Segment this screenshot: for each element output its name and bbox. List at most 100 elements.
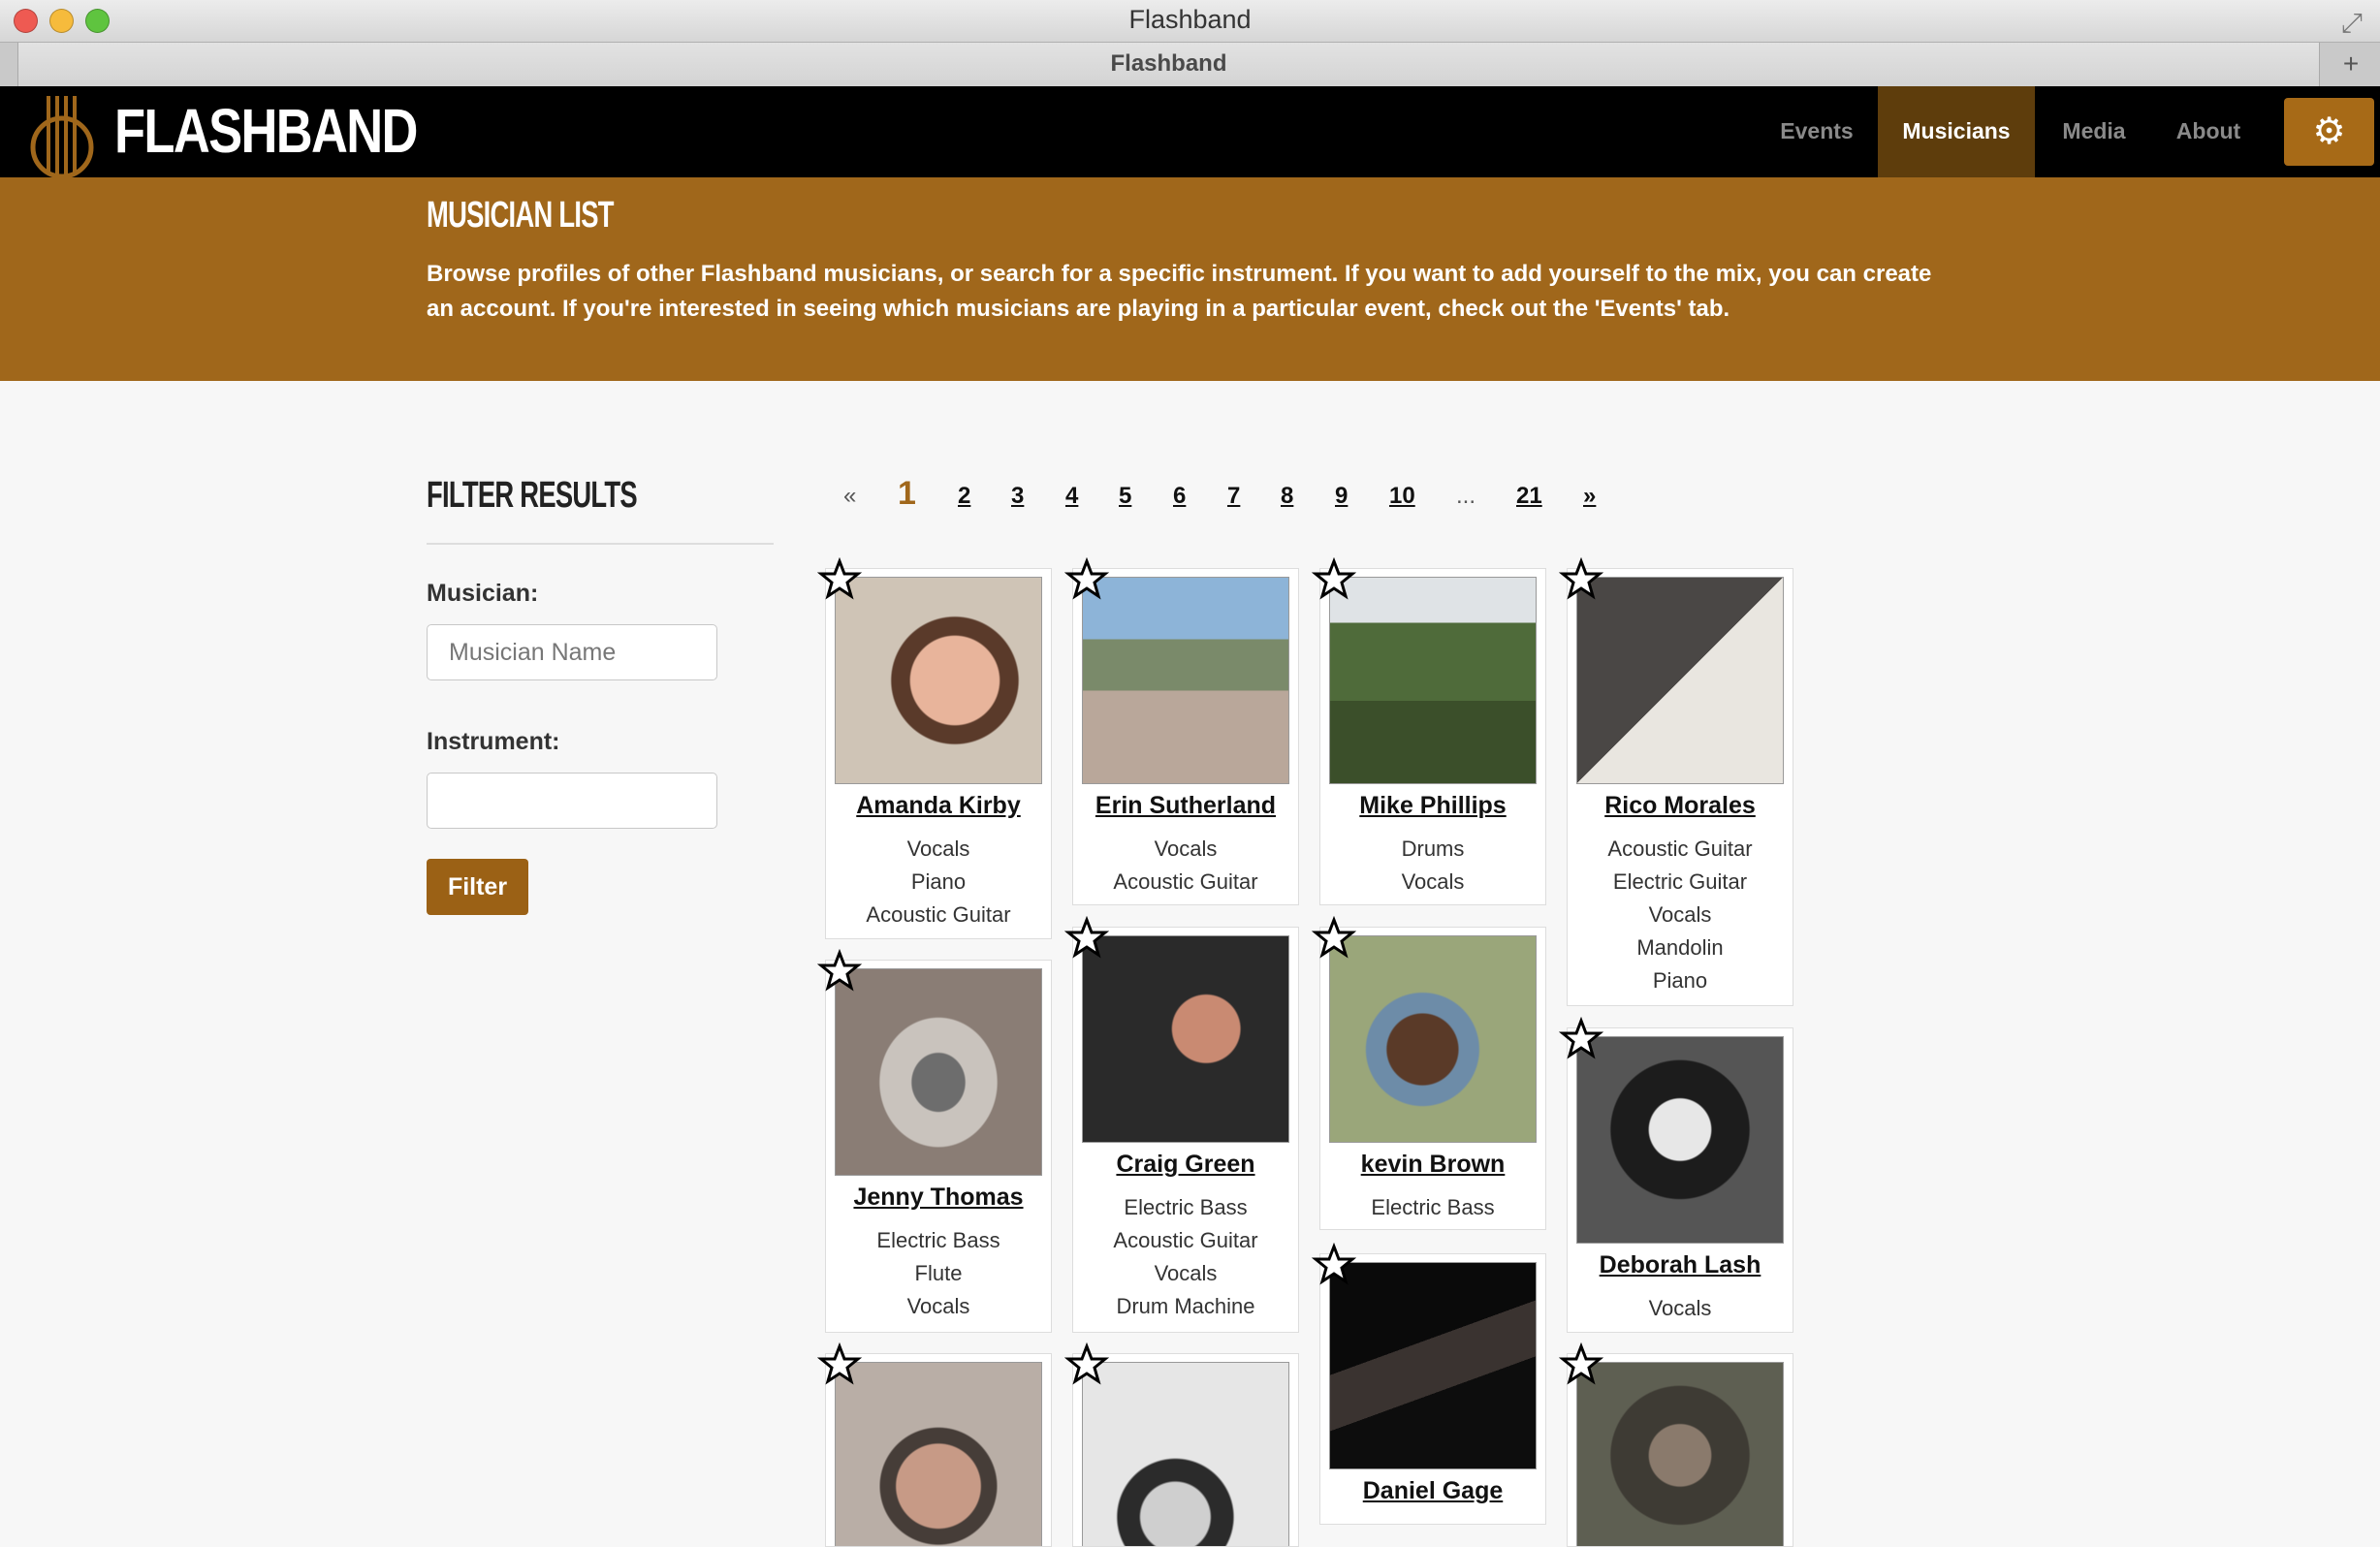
page-6[interactable]: 6 xyxy=(1173,483,1186,510)
page-7[interactable]: 7 xyxy=(1227,483,1240,510)
page-next[interactable]: » xyxy=(1583,483,1596,510)
favorite-star-icon[interactable] xyxy=(1559,557,1603,602)
musician-photo[interactable] xyxy=(1576,1362,1784,1546)
tab-bar: Flashband + xyxy=(0,42,2380,88)
window-controls xyxy=(14,9,110,33)
musician-photo[interactable] xyxy=(1082,935,1289,1143)
musician-photo[interactable] xyxy=(1329,577,1537,784)
page-prev[interactable]: « xyxy=(843,483,856,510)
new-tab-button[interactable]: + xyxy=(2322,43,2380,87)
page-21[interactable]: 21 xyxy=(1516,483,1542,510)
window-titlebar: Flashband ⤢ xyxy=(0,0,2380,42)
musician-card[interactable]: Daniel Gage xyxy=(1319,1253,1546,1525)
instrument-item: Electric Bass xyxy=(876,1228,1000,1252)
page-intro: Browse profiles of other Flashband music… xyxy=(427,261,1932,322)
favorite-star-icon[interactable] xyxy=(1312,916,1356,961)
instrument-input[interactable] xyxy=(427,773,717,829)
musician-photo[interactable] xyxy=(1576,577,1784,784)
minimize-window-button[interactable] xyxy=(49,9,74,33)
musician-photo[interactable] xyxy=(835,968,1042,1176)
window-title: Flashband xyxy=(1128,5,1252,34)
page-2[interactable]: 2 xyxy=(958,483,970,510)
musician-name-link[interactable]: Jenny Thomas xyxy=(826,1184,1051,1212)
musician-card[interactable]: Jenny Thomas Electric Bass Flute Vocals xyxy=(825,960,1052,1333)
musician-card[interactable]: Mike Phillips Drums Vocals xyxy=(1319,568,1546,905)
musician-card[interactable]: Rico Morales Acoustic Guitar Electric Gu… xyxy=(1567,568,1793,1006)
musician-card[interactable]: Erin Sutherland Vocals Acoustic Guitar xyxy=(1072,568,1299,905)
brand-name[interactable]: FLASHBAND xyxy=(114,94,418,169)
page-8[interactable]: 8 xyxy=(1281,483,1293,510)
divider xyxy=(427,543,774,545)
site-navbar: FLASHBAND Events Musicians Media About ⚙ xyxy=(0,86,2380,186)
page-9[interactable]: 9 xyxy=(1335,483,1348,510)
favorite-star-icon[interactable] xyxy=(1312,1243,1356,1287)
favorite-star-icon[interactable] xyxy=(1312,557,1356,602)
favorite-star-icon[interactable] xyxy=(1064,916,1109,961)
instrument-item: Mandolin xyxy=(1636,935,1724,960)
favorite-star-icon[interactable] xyxy=(1064,1342,1109,1387)
musician-name-link[interactable]: kevin Brown xyxy=(1320,1151,1545,1179)
favorite-star-icon[interactable] xyxy=(1559,1017,1603,1061)
instrument-item: Flute xyxy=(914,1261,963,1285)
musician-card[interactable]: Craig Green Electric Bass Acoustic Guita… xyxy=(1072,927,1299,1333)
musician-photo[interactable] xyxy=(1576,1036,1784,1244)
musician-name-link[interactable]: Daniel Gage xyxy=(1320,1477,1545,1505)
instrument-item: Electric Guitar xyxy=(1612,869,1748,894)
instrument-item: Acoustic Guitar xyxy=(1607,837,1753,861)
nav-musicians[interactable]: Musicians xyxy=(1878,86,2035,177)
instrument-item: Electric Bass xyxy=(1371,1195,1495,1219)
page-5[interactable]: 5 xyxy=(1119,483,1131,510)
instrument-item: Vocals xyxy=(1154,1261,1218,1285)
zoom-window-button[interactable] xyxy=(85,9,110,33)
instrument-label: Instrument: xyxy=(427,728,560,755)
settings-gear-icon[interactable]: ⚙ xyxy=(2284,98,2374,166)
favorite-star-icon[interactable] xyxy=(1559,1342,1603,1387)
musician-name-link[interactable]: Amanda Kirby xyxy=(826,792,1051,820)
instrument-item: Piano xyxy=(910,869,967,894)
instrument-item: Acoustic Guitar xyxy=(1113,869,1258,894)
musician-photo[interactable] xyxy=(835,1362,1042,1546)
musician-photo[interactable] xyxy=(1329,935,1537,1143)
instrument-item: Acoustic Guitar xyxy=(866,902,1011,927)
guitar-logo-icon[interactable] xyxy=(25,94,105,187)
page-10[interactable]: 10 xyxy=(1389,483,1415,510)
musician-name-link[interactable]: Rico Morales xyxy=(1568,792,1793,820)
musician-card[interactable]: Amanda Kirby Vocals Piano Acoustic Guita… xyxy=(825,568,1052,939)
musician-photo[interactable] xyxy=(1329,1262,1537,1469)
page-3[interactable]: 3 xyxy=(1011,483,1024,510)
favorite-star-icon[interactable] xyxy=(817,1342,862,1387)
page-ellipsis: ... xyxy=(1456,483,1476,509)
instrument-item: Vocals xyxy=(1648,902,1712,927)
nav-about[interactable]: About xyxy=(2164,86,2253,177)
instrument-item: Piano xyxy=(1652,968,1708,993)
instrument-item: Acoustic Guitar xyxy=(1113,1228,1258,1252)
page-banner: MUSICIAN LIST Browse profiles of other F… xyxy=(0,177,2380,381)
favorite-star-icon[interactable] xyxy=(1064,557,1109,602)
musician-name-input[interactable] xyxy=(427,624,717,680)
favorite-star-icon[interactable] xyxy=(817,949,862,994)
fullscreen-icon[interactable]: ⤢ xyxy=(2341,4,2363,43)
close-window-button[interactable] xyxy=(14,9,38,33)
musician-photo[interactable] xyxy=(835,577,1042,784)
musician-name-link[interactable]: Erin Sutherland xyxy=(1073,792,1298,820)
musician-name-link[interactable]: Craig Green xyxy=(1073,1151,1298,1179)
instrument-item: Vocals xyxy=(1154,837,1218,861)
page-1[interactable]: 1 xyxy=(898,475,916,513)
musician-card[interactable]: kevin Brown Electric Bass xyxy=(1319,927,1546,1230)
musician-name-link[interactable]: Mike Phillips xyxy=(1320,792,1545,820)
musician-label: Musician: xyxy=(427,580,539,607)
musician-photo[interactable] xyxy=(1082,1362,1289,1546)
filter-button[interactable]: Filter xyxy=(427,859,528,915)
nav-media[interactable]: Media xyxy=(2046,86,2142,177)
favorite-star-icon[interactable] xyxy=(817,557,862,602)
musician-name-link[interactable]: Deborah Lash xyxy=(1568,1251,1793,1279)
browser-tab[interactable]: Flashband xyxy=(17,43,2320,87)
page-4[interactable]: 4 xyxy=(1065,483,1078,510)
nav-events[interactable]: Events xyxy=(1766,86,1867,177)
musician-photo[interactable] xyxy=(1082,577,1289,784)
instrument-item: Vocals xyxy=(906,837,970,861)
musician-card[interactable]: Deborah Lash Vocals xyxy=(1567,1027,1793,1333)
instrument-item: Vocals xyxy=(906,1294,970,1318)
instrument-item: Vocals xyxy=(1401,869,1465,894)
instrument-item: Electric Bass xyxy=(1124,1195,1248,1219)
